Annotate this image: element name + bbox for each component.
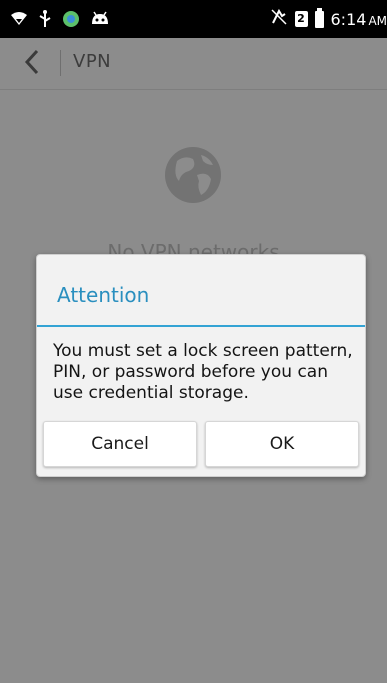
clock-ampm: AM <box>368 13 387 28</box>
wifi-icon <box>10 11 28 31</box>
app-notification-icon <box>62 10 80 32</box>
ok-button[interactable]: OK <box>205 421 359 467</box>
page-title: VPN <box>73 51 112 72</box>
back-button[interactable] <box>8 44 56 84</box>
dialog-title-divider <box>37 325 365 327</box>
android-debug-icon <box>90 11 110 31</box>
clock: 6:14 AM <box>331 10 387 29</box>
action-bar: VPN <box>0 38 387 90</box>
globe-icon <box>163 145 223 205</box>
sim-icon: 2 <box>294 11 308 27</box>
dialog-title: Attention <box>57 283 150 307</box>
clock-time: 6:14 <box>330 9 367 29</box>
dialog-message: You must set a lock screen pattern, PIN,… <box>53 341 353 403</box>
dialog-button-bar: Cancel OK <box>43 421 359 467</box>
cancel-button[interactable]: Cancel <box>43 421 197 467</box>
action-bar-divider <box>60 50 61 76</box>
battery-icon <box>314 7 324 28</box>
attention-dialog: Attention You must set a lock screen pat… <box>36 254 366 477</box>
chevron-left-icon <box>23 49 41 79</box>
mute-icon <box>270 8 288 30</box>
usb-icon <box>38 10 52 32</box>
status-bar-notifications <box>10 10 110 32</box>
status-bar-system: 2 6:14 AM <box>270 7 387 30</box>
status-bar: 2 6:14 AM <box>0 0 387 38</box>
screen: 2 6:14 AM VPN No VPN networks Attention … <box>0 0 387 683</box>
